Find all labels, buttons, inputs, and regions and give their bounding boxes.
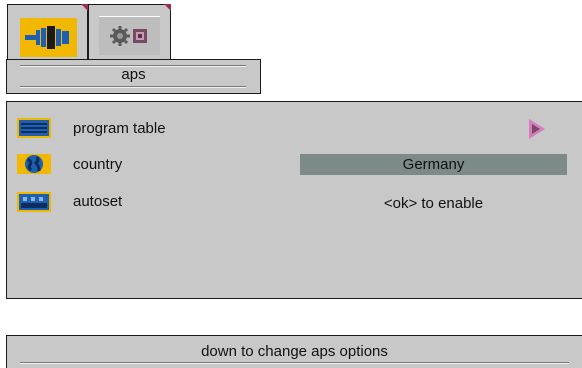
tab-corner-marker (164, 4, 171, 11)
autoset-icon (17, 192, 51, 212)
country-globe-icon (17, 154, 51, 174)
tab-icon-highlight (20, 18, 77, 57)
tab-corner-marker (81, 4, 88, 11)
menu-panel: program table country Germany autoset <o… (6, 101, 582, 299)
autoset-value: <ok> to enable (383, 195, 484, 212)
tab-icon-frame (99, 16, 160, 55)
section-label-bar: aps (6, 59, 261, 94)
menu-item-label: autoset (73, 193, 123, 210)
menu-item-label: program table (73, 120, 166, 137)
settings-gear-icon (110, 26, 147, 46)
groove-line (20, 86, 246, 88)
tab-settings[interactable] (88, 4, 171, 60)
menu-item-autoset[interactable]: autoset <ok> to enable (7, 189, 582, 219)
status-hint: down to change aps options (201, 343, 388, 360)
menu-item-country[interactable]: country Germany (7, 152, 582, 182)
tab-bar (7, 4, 171, 60)
menu-item-label: country (73, 156, 123, 173)
tab-aps[interactable] (7, 4, 88, 60)
signal-connector-icon (25, 26, 69, 49)
section-label: aps (121, 66, 146, 83)
country-value: Germany (402, 156, 465, 173)
submenu-arrow-icon[interactable] (528, 119, 546, 139)
menu-item-program-table[interactable]: program table (7, 115, 582, 145)
program-table-icon (17, 118, 51, 138)
groove-line (20, 362, 569, 364)
status-bar: down to change aps options (6, 335, 582, 368)
